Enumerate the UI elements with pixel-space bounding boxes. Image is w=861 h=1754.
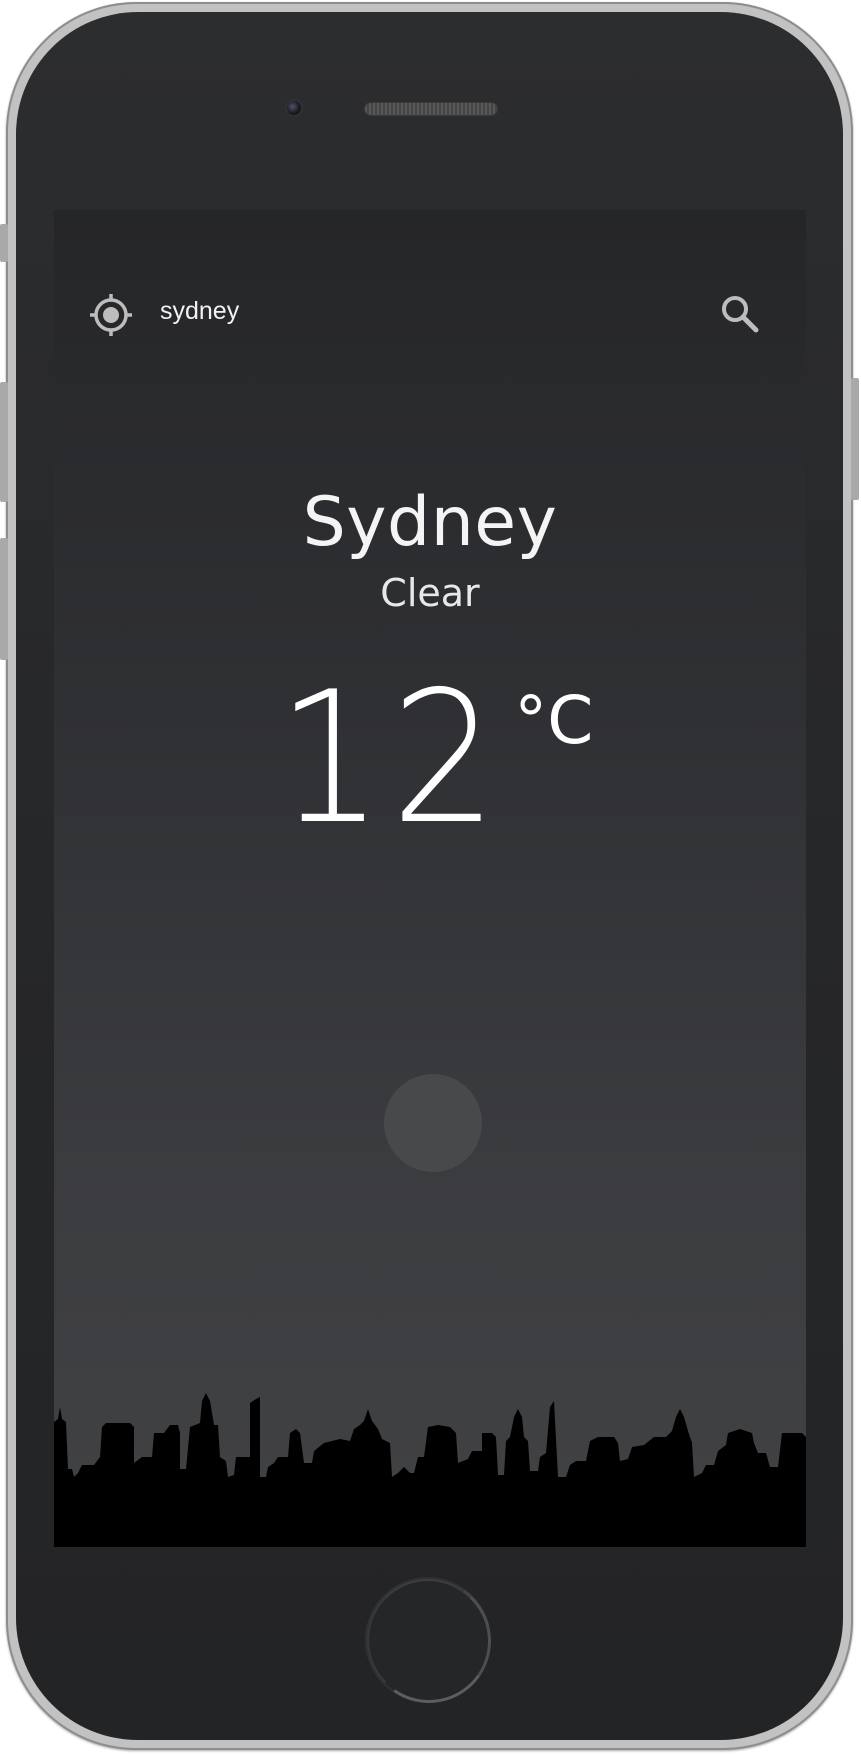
search-query-text[interactable]: sydney: [160, 297, 239, 326]
crosshair-locate-icon: [90, 294, 132, 336]
volume-down-button[interactable]: [0, 538, 8, 660]
volume-up-button[interactable]: [0, 382, 8, 502]
weather-condition: Clear: [380, 571, 480, 615]
loading-indicator: [384, 1074, 482, 1172]
magnifier-search-icon: [722, 296, 759, 333]
app-screen: sydney Sydney Clear 12 °C: [54, 210, 806, 1547]
home-button[interactable]: [365, 1577, 491, 1703]
temperature-unit: °C: [514, 682, 594, 759]
mute-switch[interactable]: [0, 224, 8, 262]
city-skyline-silhouette: [54, 1393, 806, 1547]
city-name: Sydney: [302, 483, 558, 562]
temperature-display: 12 °C: [54, 652, 806, 864]
power-button[interactable]: [851, 378, 859, 500]
front-camera-icon: [287, 101, 301, 115]
locate-button[interactable]: [88, 292, 134, 338]
top-bar: sydney: [54, 210, 806, 400]
temperature-value: 12: [276, 652, 505, 864]
search-button[interactable]: [718, 292, 762, 336]
earpiece-speaker-icon: [365, 103, 497, 115]
